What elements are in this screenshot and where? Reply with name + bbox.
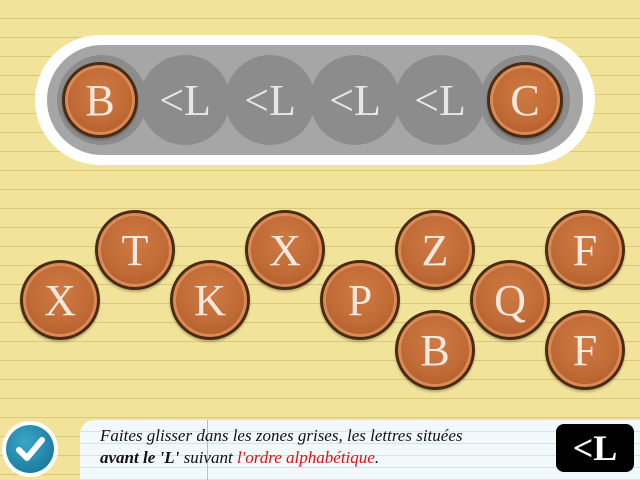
instruction-end: . bbox=[374, 448, 380, 467]
coin-letter: Z bbox=[421, 225, 449, 275]
drop-slot-2[interactable]: <L bbox=[140, 55, 230, 145]
coin-letter: X bbox=[269, 225, 301, 275]
slot-label: <L bbox=[414, 75, 466, 125]
placed-letter-coin-c[interactable]: C bbox=[487, 62, 563, 138]
instruction-part1: Faites glisser dans les zones grises, le… bbox=[100, 426, 463, 445]
coin-letter: B bbox=[85, 75, 115, 125]
instruction-keyword: avant le 'L' bbox=[100, 448, 180, 467]
instruction-text: Faites glisser dans les zones grises, le… bbox=[100, 425, 560, 469]
coin-letter: C bbox=[510, 75, 540, 125]
letter-coin-q[interactable]: Q bbox=[470, 260, 550, 340]
instruction-highlight: l'ordre alphabétique bbox=[236, 448, 375, 467]
coin-letter: P bbox=[347, 275, 373, 325]
slot-label: <L bbox=[244, 75, 296, 125]
coin-letter: X bbox=[44, 275, 76, 325]
drop-slot-3[interactable]: <L bbox=[225, 55, 315, 145]
placed-letter-coin-b[interactable]: B bbox=[62, 62, 138, 138]
rule-badge-label: <L bbox=[572, 428, 618, 468]
coin-letter: T bbox=[121, 225, 149, 275]
rule-badge: <L bbox=[556, 424, 634, 472]
letter-coin-k[interactable]: K bbox=[170, 260, 250, 340]
coin-letter: Q bbox=[494, 275, 526, 325]
coin-letter: K bbox=[194, 275, 226, 325]
slot-label: <L bbox=[329, 75, 381, 125]
coin-letter: F bbox=[572, 225, 598, 275]
letter-coin-x-2[interactable]: X bbox=[245, 210, 325, 290]
drop-slot-4[interactable]: <L bbox=[310, 55, 400, 145]
instruction-part3: suivant bbox=[183, 448, 233, 467]
letter-coin-x[interactable]: X bbox=[20, 260, 100, 340]
letter-coin-t[interactable]: T bbox=[95, 210, 175, 290]
letter-coin-f[interactable]: F bbox=[545, 210, 625, 290]
drop-slot-5[interactable]: <L bbox=[395, 55, 485, 145]
letter-coin-p[interactable]: P bbox=[320, 260, 400, 340]
coin-letter: B bbox=[420, 325, 450, 375]
slot-label: <L bbox=[159, 75, 211, 125]
checkmark-icon bbox=[16, 437, 45, 461]
letter-coin-f-2[interactable]: F bbox=[545, 310, 625, 390]
coin-letter: F bbox=[572, 325, 598, 375]
check-button-face bbox=[6, 425, 54, 473]
validate-button[interactable] bbox=[2, 421, 58, 477]
letter-coin-z[interactable]: Z bbox=[395, 210, 475, 290]
letter-coin-b[interactable]: B bbox=[395, 310, 475, 390]
